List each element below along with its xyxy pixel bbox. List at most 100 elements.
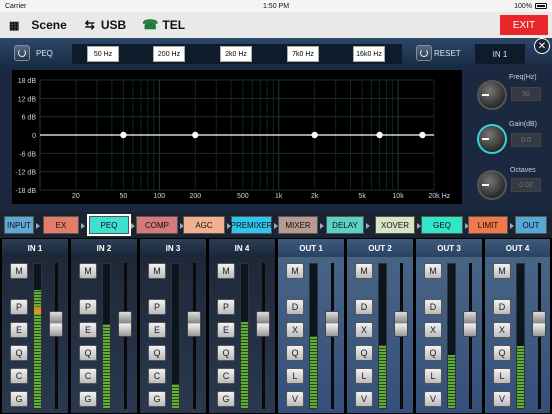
channel-button-m[interactable]: M bbox=[10, 263, 28, 279]
eq-graph-svg[interactable]: 18 dB 12 dB 6 dB 0 -6 dB -12 dB -18 dB 20 50 100 2… bbox=[12, 70, 462, 204]
channel-button-q[interactable]: Q bbox=[286, 345, 304, 361]
freq-button-3[interactable]: 2k0 Hz bbox=[220, 46, 252, 62]
eq-band-point[interactable] bbox=[311, 131, 318, 139]
channel-name[interactable]: IN 3 bbox=[140, 239, 206, 257]
freq-knob[interactable] bbox=[477, 80, 507, 110]
channel-button-v[interactable]: V bbox=[424, 391, 442, 407]
channel-button-p[interactable]: P bbox=[79, 299, 97, 315]
tab-delay[interactable]: DELAY bbox=[326, 216, 364, 234]
tab-peq[interactable]: PEQ bbox=[89, 216, 129, 234]
channel-button-m[interactable]: M bbox=[286, 263, 304, 279]
tab-geq[interactable]: GEQ bbox=[421, 216, 463, 234]
tab-comp[interactable]: COMP bbox=[136, 216, 178, 234]
channel-name[interactable]: OUT 2 bbox=[347, 239, 413, 257]
channel-button-g[interactable]: G bbox=[148, 391, 166, 407]
channel-button-d[interactable]: D bbox=[424, 299, 442, 315]
gain-value[interactable]: 0.0 bbox=[511, 133, 541, 147]
channel-button-m[interactable]: M bbox=[424, 263, 442, 279]
octaves-knob[interactable] bbox=[477, 170, 507, 200]
channel-button-q[interactable]: Q bbox=[355, 345, 373, 361]
channel-button-e[interactable]: E bbox=[79, 322, 97, 338]
channel-button-q[interactable]: Q bbox=[10, 345, 28, 361]
tab-input[interactable]: INPUT bbox=[4, 216, 34, 234]
channel-button-x[interactable]: X bbox=[355, 322, 373, 338]
grid-menu-icon[interactable]: ▦ bbox=[9, 19, 19, 32]
channel-name[interactable]: IN 4 bbox=[209, 239, 275, 257]
fader-handle[interactable] bbox=[394, 311, 408, 337]
freq-value[interactable]: 50 bbox=[511, 87, 541, 101]
usb-label[interactable]: USB bbox=[101, 18, 126, 32]
channel-button-c[interactable]: C bbox=[79, 368, 97, 384]
channel-button-e[interactable]: E bbox=[217, 322, 235, 338]
tab-premixer[interactable]: PREMIXER bbox=[231, 216, 272, 234]
eq-graph[interactable]: 18 dB 12 dB 6 dB 0 -6 dB -12 dB -18 dB 20 50 100 2… bbox=[12, 70, 462, 204]
fader-handle[interactable] bbox=[325, 311, 339, 337]
channel-button-e[interactable]: E bbox=[10, 322, 28, 338]
tab-xover[interactable]: XOVER bbox=[375, 216, 415, 234]
channel-name[interactable]: OUT 3 bbox=[416, 239, 482, 257]
channel-name[interactable]: IN 1 bbox=[2, 239, 68, 257]
tab-agc[interactable]: AGC bbox=[183, 216, 225, 234]
eq-band-point[interactable] bbox=[419, 131, 426, 139]
channel-button-p[interactable]: P bbox=[217, 299, 235, 315]
tab-mixer[interactable]: MIXER bbox=[278, 216, 318, 234]
channel-button-l[interactable]: L bbox=[286, 368, 304, 384]
channel-button-g[interactable]: G bbox=[79, 391, 97, 407]
channel-button-m[interactable]: M bbox=[493, 263, 511, 279]
channel-button-x[interactable]: X bbox=[286, 322, 304, 338]
channel-name[interactable]: OUT 1 bbox=[278, 239, 344, 257]
freq-button-4[interactable]: 7k0 Hz bbox=[287, 46, 319, 62]
channel-button-v[interactable]: V bbox=[355, 391, 373, 407]
channel-button-p[interactable]: P bbox=[10, 299, 28, 315]
channel-button-d[interactable]: D bbox=[355, 299, 373, 315]
close-icon[interactable]: ✕ bbox=[534, 38, 550, 54]
eq-band-point[interactable] bbox=[192, 131, 199, 139]
channel-button-v[interactable]: V bbox=[286, 391, 304, 407]
eq-band-point[interactable] bbox=[376, 131, 383, 139]
freq-button-5[interactable]: 16k0 Hz bbox=[353, 46, 385, 62]
channel-button-x[interactable]: X bbox=[424, 322, 442, 338]
channel-button-x[interactable]: X bbox=[493, 322, 511, 338]
freq-button-1[interactable]: 50 Hz bbox=[87, 46, 119, 62]
channel-button-l[interactable]: L bbox=[355, 368, 373, 384]
channel-button-m[interactable]: M bbox=[148, 263, 166, 279]
channel-name[interactable]: OUT 4 bbox=[485, 239, 550, 257]
fader-handle[interactable] bbox=[187, 311, 201, 337]
fader-handle[interactable] bbox=[463, 311, 477, 337]
channel-button-m[interactable]: M bbox=[355, 263, 373, 279]
channel-button-m[interactable]: M bbox=[217, 263, 235, 279]
freq-button-2[interactable]: 200 Hz bbox=[153, 46, 185, 62]
channel-button-c[interactable]: C bbox=[10, 368, 28, 384]
fader-handle[interactable] bbox=[532, 311, 546, 337]
tel-label[interactable]: TEL bbox=[162, 18, 185, 32]
tab-ex[interactable]: EX bbox=[43, 216, 79, 234]
channel-button-q[interactable]: Q bbox=[493, 345, 511, 361]
reset-power-icon[interactable] bbox=[416, 45, 432, 61]
channel-button-e[interactable]: E bbox=[148, 322, 166, 338]
channel-button-g[interactable]: G bbox=[10, 391, 28, 407]
scene-button[interactable]: Scene bbox=[31, 18, 66, 32]
channel-button-c[interactable]: C bbox=[148, 368, 166, 384]
eq-band-point[interactable] bbox=[120, 131, 127, 139]
fader-handle[interactable] bbox=[118, 311, 132, 337]
peq-power-button[interactable] bbox=[14, 45, 30, 61]
channel-name[interactable]: IN 2 bbox=[71, 239, 137, 257]
fader-handle[interactable] bbox=[256, 311, 270, 337]
channel-button-q[interactable]: Q bbox=[217, 345, 235, 361]
channel-button-q[interactable]: Q bbox=[424, 345, 442, 361]
channel-button-m[interactable]: M bbox=[79, 263, 97, 279]
channel-button-c[interactable]: C bbox=[217, 368, 235, 384]
tab-limit[interactable]: LIMIT bbox=[468, 216, 508, 234]
gain-knob[interactable] bbox=[477, 124, 507, 154]
tab-out[interactable]: OUT bbox=[515, 216, 547, 234]
channel-button-q[interactable]: Q bbox=[79, 345, 97, 361]
channel-button-l[interactable]: L bbox=[493, 368, 511, 384]
channel-button-l[interactable]: L bbox=[424, 368, 442, 384]
channel-button-q[interactable]: Q bbox=[148, 345, 166, 361]
channel-button-p[interactable]: P bbox=[148, 299, 166, 315]
channel-button-d[interactable]: D bbox=[493, 299, 511, 315]
octaves-value[interactable]: 0.02 bbox=[511, 178, 541, 192]
exit-button[interactable]: EXIT bbox=[500, 15, 548, 35]
channel-button-d[interactable]: D bbox=[286, 299, 304, 315]
fader-handle[interactable] bbox=[49, 311, 63, 337]
